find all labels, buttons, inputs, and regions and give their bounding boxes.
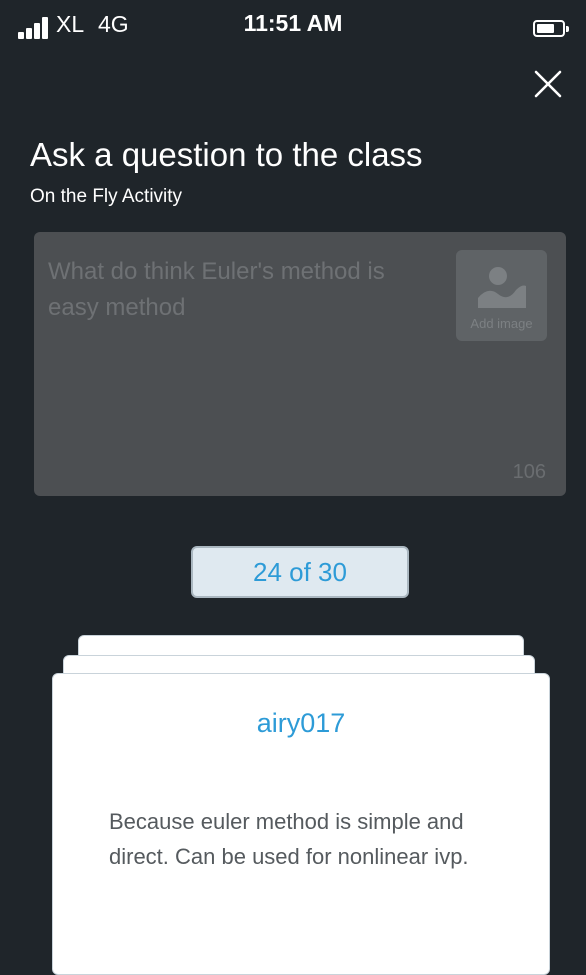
question-input[interactable]: What do think Euler's method is easy met… xyxy=(48,254,408,326)
response-text: Because euler method is simple and direc… xyxy=(109,809,469,869)
response-card[interactable]: airy017 Because euler method is simple a… xyxy=(52,673,550,975)
image-icon xyxy=(478,267,526,308)
status-bar: XL 4G 11:51 AM xyxy=(0,0,586,50)
response-counter: 24 of 30 xyxy=(191,546,409,598)
status-time: 11:51 AM xyxy=(243,10,343,36)
battery-icon xyxy=(533,20,569,37)
character-count: 106 xyxy=(512,461,546,483)
page-subtitle: On the Fly Activity xyxy=(30,186,183,207)
add-image-label: Add image xyxy=(470,316,533,331)
add-image-button[interactable]: Add image xyxy=(456,250,547,341)
question-card: What do think Euler's method is easy met… xyxy=(34,232,566,496)
close-icon[interactable] xyxy=(530,66,566,102)
response-author: airy017 xyxy=(256,708,346,738)
page-title: Ask a question to the class xyxy=(30,136,423,173)
